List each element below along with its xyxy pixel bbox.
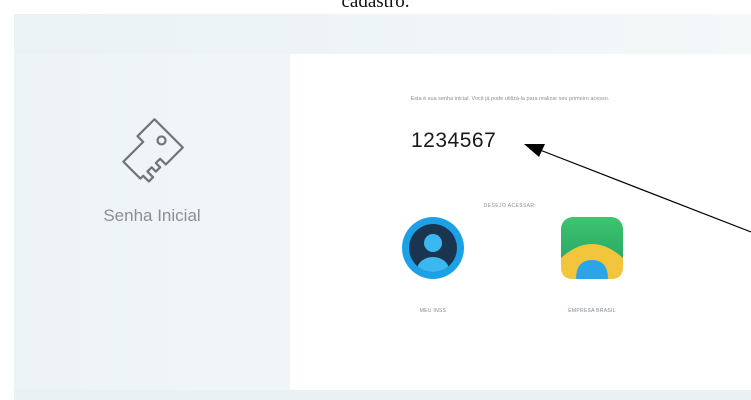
meu-inss-icon bbox=[402, 217, 464, 279]
document-caption: cadastro. bbox=[0, 0, 751, 14]
header-band bbox=[14, 14, 751, 54]
empresa-brasil-icon bbox=[561, 217, 623, 279]
meu-inss-label: MEU INSS bbox=[419, 308, 447, 314]
access-choice-label: DESEJO ACESSAR: bbox=[483, 203, 537, 209]
meu-inss-button[interactable]: MEU INSS bbox=[388, 216, 478, 326]
empresa-brasil-button[interactable]: EMPRESA BRASIL bbox=[547, 216, 637, 326]
footer-band bbox=[14, 390, 751, 400]
content-card: Esta é sua senha inicial. Você já pode u… bbox=[290, 54, 751, 390]
document-caption-text: cadastro. bbox=[341, 0, 410, 12]
panel-title: Senha Inicial bbox=[103, 206, 201, 225]
empresa-brasil-label: EMPRESA BRASIL bbox=[568, 308, 616, 314]
key-icon bbox=[122, 118, 184, 183]
initial-password-value: 1234567 bbox=[411, 129, 497, 152]
left-panel: Senha Inicial bbox=[14, 54, 290, 390]
initial-password-screen: Senha Inicial Esta é sua senha inicial. … bbox=[14, 54, 751, 390]
intro-text: Esta é sua senha inicial. Você já pode u… bbox=[410, 96, 610, 102]
